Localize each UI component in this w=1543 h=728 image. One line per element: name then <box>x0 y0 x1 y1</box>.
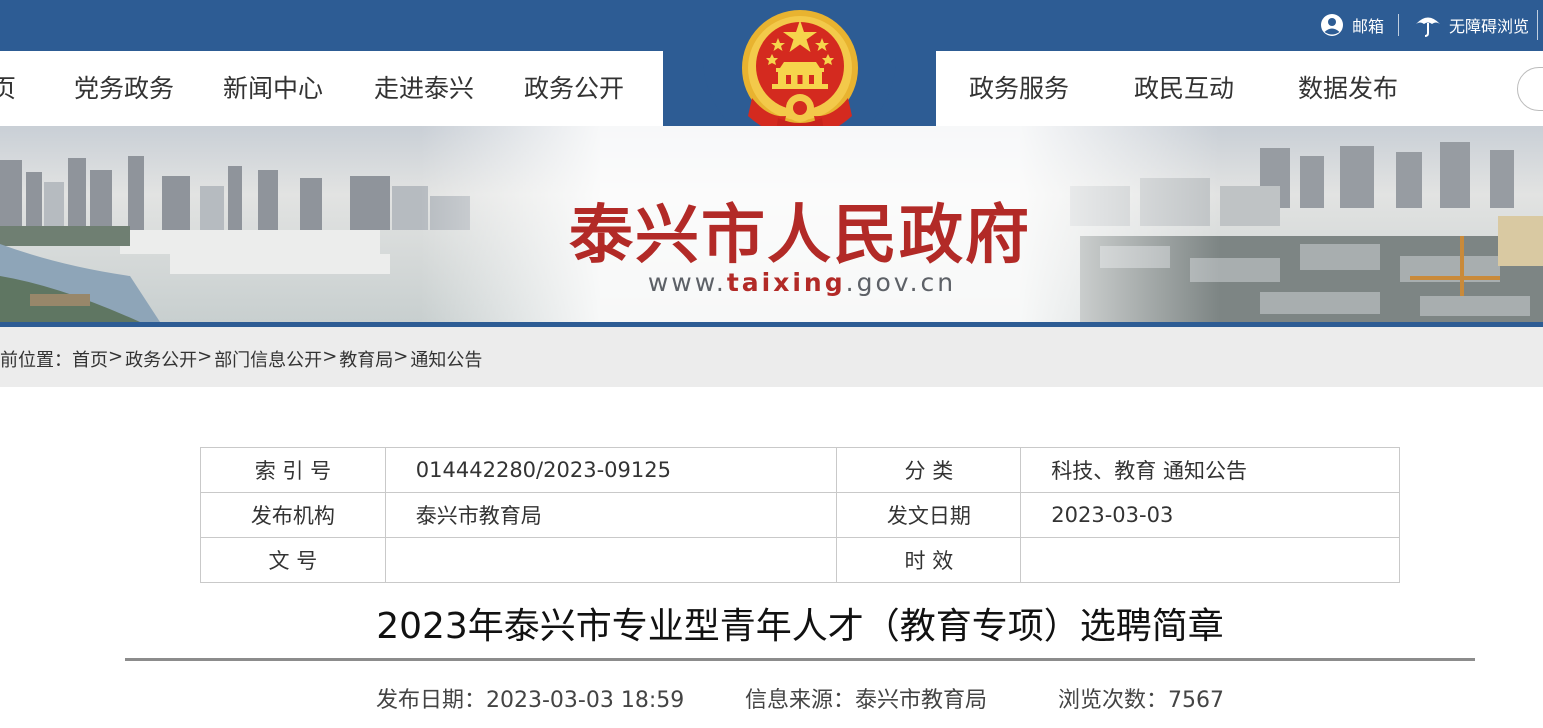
nav-item-party-affairs[interactable]: 党务政务 <box>74 51 174 126</box>
breadcrumb-separator: > <box>393 346 409 367</box>
nav-item-data-release[interactable]: 数据发布 <box>1298 51 1398 126</box>
nav-item-home[interactable]: 页 <box>0 51 16 126</box>
validity-value <box>1020 537 1400 583</box>
nav-item-interaction[interactable]: 政民互动 <box>1134 51 1234 126</box>
index-number-label: 索 引 号 <box>200 447 386 493</box>
nav-item-government-disclosure[interactable]: 政务公开 <box>524 51 624 126</box>
article-title: 2023年泰兴市专业型青年人才（教育专项）选聘简章 <box>376 606 1224 647</box>
banner-url[interactable]: www.taixing.gov.cn <box>0 268 1543 297</box>
info-source: 信息来源：泰兴市教育局 <box>745 688 988 713</box>
nav-item-government-services[interactable]: 政务服务 <box>969 51 1069 126</box>
breadcrumb-separator: > <box>322 346 338 367</box>
url-highlight: taixing <box>726 268 846 297</box>
top-divider-end <box>1537 10 1543 40</box>
breadcrumb: 前位置： 首页 > 政务公开 > 部门信息公开 > 教育局 > 通知公告 <box>0 327 1543 387</box>
publisher-value: 泰兴市教育局 <box>384 492 838 538</box>
breadcrumb-separator: > <box>197 346 213 367</box>
national-emblem-icon[interactable] <box>738 6 862 140</box>
title-divider <box>125 658 1475 661</box>
document-metadata-table: 索 引 号 014442280/2023-09125 分 类 科技、教育 通知公… <box>200 447 1400 583</box>
issue-date-label: 发文日期 <box>836 492 1022 538</box>
user-icon <box>1320 13 1344 37</box>
breadcrumb-prefix: 前位置： <box>0 350 72 371</box>
breadcrumb-item-disclosure[interactable]: 政务公开 <box>125 346 197 372</box>
publish-date: 发布日期：2023-03-03 18:59 <box>376 688 685 713</box>
mailbox-label: 邮箱 <box>1351 17 1384 36</box>
document-number-label: 文 号 <box>200 537 386 583</box>
top-links: 邮箱 无障碍浏览 <box>1304 10 1543 40</box>
breadcrumb-item-notices[interactable]: 通知公告 <box>410 346 482 372</box>
nav-item-about-taixing[interactable]: 走进泰兴 <box>374 51 474 126</box>
table-row: 文 号 时 效 <box>200 537 1400 583</box>
accessibility-label: 无障碍浏览 <box>1448 17 1529 36</box>
article-info: 发布日期：2023-03-03 18:59 信息来源：泰兴市教育局 浏览次数：7… <box>0 682 1543 716</box>
table-row: 索 引 号 014442280/2023-09125 分 类 科技、教育 通知公… <box>200 447 1400 493</box>
breadcrumb-item-education-bureau[interactable]: 教育局 <box>339 346 393 372</box>
url-prefix: www. <box>647 268 727 297</box>
breadcrumb-item-home[interactable]: 首页 <box>72 346 108 372</box>
mailbox-link[interactable]: 邮箱 <box>1320 13 1384 37</box>
umbrella-icon <box>1415 12 1441 38</box>
banner-title: 泰兴市人民政府 <box>569 199 1031 273</box>
url-suffix: .gov.cn <box>845 268 957 297</box>
validity-label: 时 效 <box>836 537 1022 583</box>
view-count: 浏览次数：7567 <box>1058 688 1224 713</box>
top-divider <box>1397 14 1399 36</box>
document-number-value <box>384 537 838 583</box>
index-number-value: 014442280/2023-09125 <box>384 447 838 493</box>
breadcrumb-trail: 前位置： 首页 > 政务公开 > 部门信息公开 > 教育局 > 通知公告 <box>0 346 482 372</box>
search-input[interactable] <box>1517 67 1543 111</box>
table-row: 发布机构 泰兴市教育局 发文日期 2023-03-03 <box>200 492 1400 538</box>
accessibility-link[interactable]: 无障碍浏览 <box>1415 12 1529 38</box>
publisher-label: 发布机构 <box>200 492 386 538</box>
breadcrumb-separator: > <box>108 346 124 367</box>
issue-date-value: 2023-03-03 <box>1020 492 1400 538</box>
category-value: 科技、教育 通知公告 <box>1020 447 1400 493</box>
nav-item-news-center[interactable]: 新闻中心 <box>223 51 323 126</box>
category-label: 分 类 <box>836 447 1022 493</box>
site-banner: 泰兴市人民政府 www.taixing.gov.cn <box>0 126 1543 322</box>
breadcrumb-item-department[interactable]: 部门信息公开 <box>214 346 322 372</box>
